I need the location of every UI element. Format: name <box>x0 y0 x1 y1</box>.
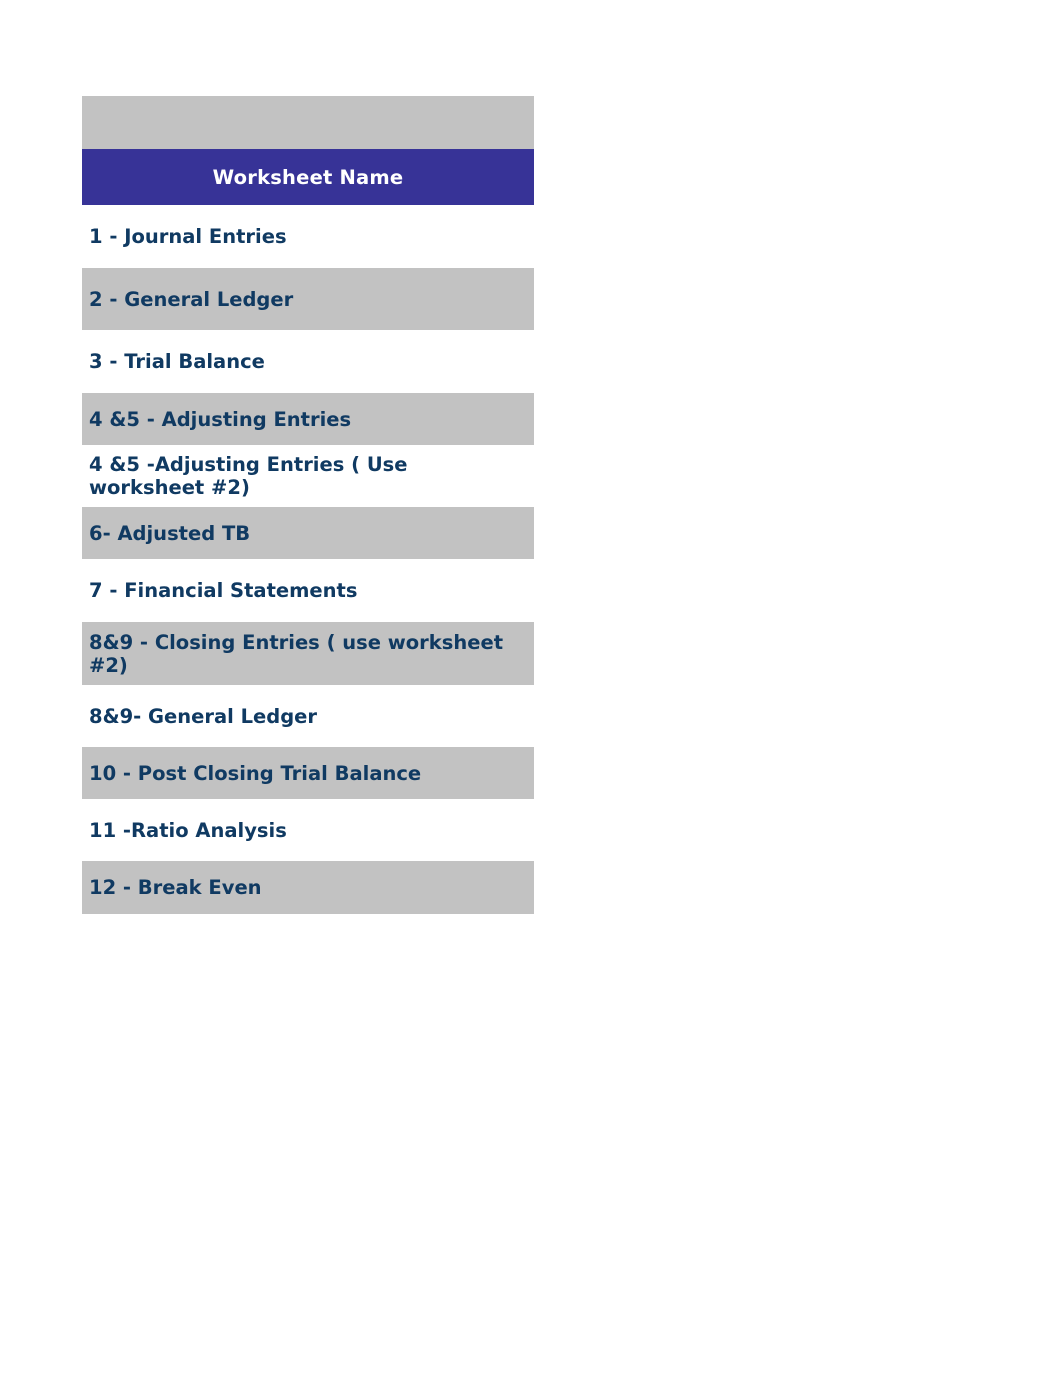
worksheet-row-label: 4 &5 -Adjusting Entries ( Use worksheet … <box>89 453 415 499</box>
worksheet-name-header: Worksheet Name <box>82 149 534 205</box>
worksheet-row-ratio-analysis[interactable]: 11 -Ratio Analysis <box>82 799 528 861</box>
worksheet-row-break-even[interactable]: 12 - Break Even <box>82 861 534 914</box>
worksheet-row-label: 1 - Journal Entries <box>89 225 287 248</box>
worksheet-name-header-label: Worksheet Name <box>212 165 404 189</box>
spacer-row <box>82 96 534 149</box>
worksheet-row-post-closing-trial-balance[interactable]: 10 - Post Closing Trial Balance <box>82 747 534 799</box>
worksheet-row-general-ledger-89[interactable]: 8&9- General Ledger <box>82 685 528 747</box>
worksheet-row-label: 6- Adjusted TB <box>89 521 251 545</box>
worksheet-row-financial-statements[interactable]: 7 - Financial Statements <box>82 559 528 622</box>
worksheet-row-trial-balance[interactable]: 3 - Trial Balance <box>82 330 528 393</box>
worksheet-row-journal-entries[interactable]: 1 - Journal Entries <box>82 205 528 268</box>
worksheet-row-label: 7 - Financial Statements <box>89 579 358 602</box>
worksheet-page: Worksheet Name 1 - Journal Entries 2 - G… <box>0 0 1062 1377</box>
worksheet-row-closing-entries[interactable]: 8&9 - Closing Entries ( use worksheet #2… <box>82 622 534 685</box>
worksheet-row-label: 11 -Ratio Analysis <box>89 818 287 842</box>
worksheet-row-label: 2 - General Ledger <box>89 287 294 311</box>
worksheet-row-adjusting-entries-worksheet2[interactable]: 4 &5 -Adjusting Entries ( Use worksheet … <box>82 445 528 507</box>
worksheet-row-label: 8&9- General Ledger <box>89 704 318 728</box>
worksheet-row-general-ledger[interactable]: 2 - General Ledger <box>82 268 534 330</box>
worksheet-row-label: 4 &5 - Adjusting Entries <box>89 407 352 431</box>
worksheet-row-label: 12 - Break Even <box>89 876 262 899</box>
worksheet-row-label: 10 - Post Closing Trial Balance <box>89 761 422 785</box>
worksheet-row-label: 3 - Trial Balance <box>89 350 265 373</box>
worksheet-row-label: 8&9 - Closing Entries ( use worksheet #2… <box>89 630 510 677</box>
worksheet-name-column: Worksheet Name 1 - Journal Entries 2 - G… <box>82 96 534 914</box>
worksheet-row-adjusting-entries[interactable]: 4 &5 - Adjusting Entries <box>82 393 534 445</box>
worksheet-row-adjusted-tb[interactable]: 6- Adjusted TB <box>82 507 534 559</box>
